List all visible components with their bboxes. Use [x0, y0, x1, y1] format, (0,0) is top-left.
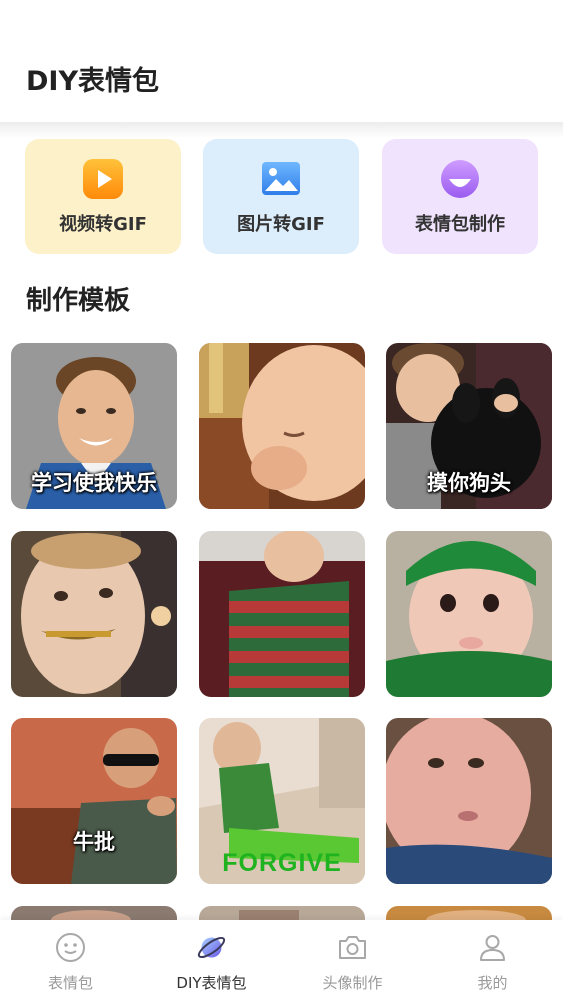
- nav-label-memes: 表情包: [47, 974, 93, 992]
- image-to-gif-button[interactable]: 图片转GIF: [203, 139, 359, 254]
- smiley-icon: [56, 933, 85, 962]
- nav-item-avatar-maker[interactable]: 头像制作: [282, 920, 423, 1000]
- video-to-gif-button[interactable]: 视频转GIF: [25, 139, 181, 254]
- template-image: [199, 531, 365, 697]
- nav-item-memes[interactable]: 表情包: [0, 920, 141, 1000]
- bottom-nav: 表情包 DIY表情包 头像制作 我的: [0, 920, 563, 1000]
- template-image: [386, 906, 552, 920]
- template-card[interactable]: FORGIVE: [199, 718, 365, 884]
- image-icon: [262, 162, 300, 195]
- template-caption: 牛批: [73, 830, 115, 854]
- nav-label-avatar-maker: 头像制作: [322, 974, 383, 992]
- smile-face-icon: [441, 160, 479, 198]
- template-image: [199, 906, 365, 920]
- nav-label-diy: DIY表情包: [176, 974, 247, 992]
- meme-maker-button[interactable]: 表情包制作: [382, 139, 538, 254]
- template-card[interactable]: [386, 906, 552, 920]
- template-image: [11, 531, 177, 697]
- template-caption: 摸你狗头: [427, 471, 511, 495]
- template-image: [386, 718, 552, 884]
- template-card[interactable]: [11, 531, 177, 697]
- templates-section-title: 制作模板: [26, 286, 131, 316]
- nav-item-diy[interactable]: DIY表情包: [141, 920, 282, 1000]
- camera-icon: [339, 936, 366, 959]
- page-title: DIY表情包: [26, 66, 160, 97]
- template-caption: FORGIVE: [222, 849, 342, 877]
- planet-icon: [197, 936, 226, 959]
- template-image: [11, 906, 177, 920]
- template-image: [11, 718, 177, 884]
- header-divider: [0, 122, 563, 138]
- template-card[interactable]: 学习使我快乐: [11, 343, 177, 509]
- template-card[interactable]: [11, 906, 177, 920]
- template-image: [199, 343, 365, 509]
- template-card[interactable]: [199, 906, 365, 920]
- video-to-gif-label: 视频转GIF: [59, 214, 147, 235]
- meme-maker-label: 表情包制作: [415, 214, 505, 235]
- user-icon: [480, 935, 505, 961]
- nav-label-profile: 我的: [477, 974, 508, 992]
- template-caption: 学习使我快乐: [31, 471, 157, 495]
- template-card[interactable]: [199, 343, 365, 509]
- template-card[interactable]: [199, 531, 365, 697]
- image-to-gif-label: 图片转GIF: [237, 214, 325, 235]
- template-card[interactable]: [386, 531, 552, 697]
- template-card[interactable]: 牛批: [11, 718, 177, 884]
- template-card[interactable]: [386, 718, 552, 884]
- nav-item-profile[interactable]: 我的: [422, 920, 563, 1000]
- template-card[interactable]: 摸你狗头: [386, 343, 552, 509]
- app-header: DIY表情包: [0, 0, 563, 125]
- video-play-icon: [83, 159, 123, 199]
- template-image: [386, 531, 552, 697]
